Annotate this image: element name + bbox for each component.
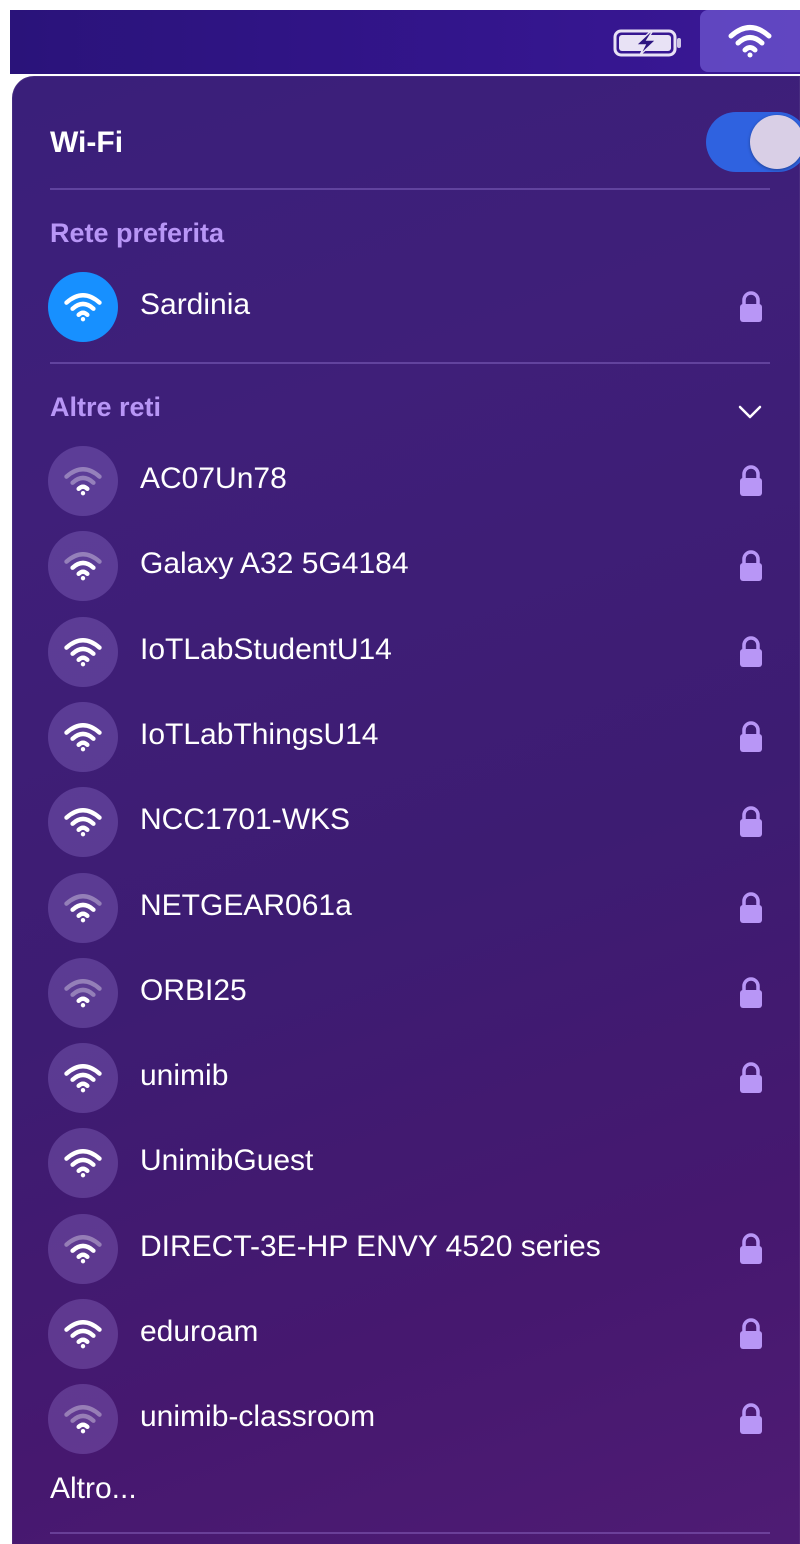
wifi-signal-icon (64, 1405, 102, 1434)
network-name: IoTLabThingsU14 (140, 717, 379, 751)
toggle-knob (750, 115, 800, 169)
lock-icon (740, 550, 762, 582)
wifi-signal-icon (64, 808, 102, 837)
wifi-signal-icon (64, 893, 102, 922)
network-signal-badge (48, 446, 118, 516)
wifi-title: Wi-Fi (50, 126, 124, 159)
wifi-header: Wi-Fi (50, 112, 800, 172)
network-signal-badge (48, 1043, 118, 1114)
other-networks-section-title: Altre reti (50, 392, 162, 422)
wifi-signal-icon (64, 552, 102, 581)
network-signal-badge (48, 1299, 118, 1369)
network-name: UnimibGuest (140, 1144, 314, 1178)
divider (50, 1532, 770, 1534)
wifi-signal-icon (64, 722, 102, 752)
lock-icon (740, 806, 762, 838)
network-row[interactable]: NCC1701-WKS (48, 781, 778, 861)
network-name: Sardinia (140, 288, 251, 321)
network-name: unimib-classroom (140, 1400, 376, 1434)
lock-icon (740, 465, 762, 496)
network-signal-badge (48, 1128, 118, 1199)
network-name: IoTLabStudentU14 (140, 632, 392, 666)
network-signal-badge (48, 701, 118, 772)
network-row[interactable]: eduroam (48, 1293, 778, 1373)
screen: Wi-Fi Rete preferita Sardinia Altre reti… (0, 0, 800, 1544)
network-row[interactable]: Galaxy A32 5G4184 (48, 525, 778, 605)
wifi-icon (64, 293, 102, 322)
preferred-network-row[interactable]: Sardinia (48, 266, 778, 346)
lock-icon (740, 891, 762, 923)
divider (50, 188, 770, 190)
wifi-signal-icon (64, 978, 102, 1008)
network-signal-badge (48, 1384, 118, 1455)
other-networks-button[interactable]: Altro... (50, 1472, 137, 1506)
network-name: AC07Un78 (140, 462, 287, 495)
network-signal-badge (48, 957, 118, 1028)
lock-icon (740, 721, 762, 752)
lock-icon (740, 1403, 762, 1435)
network-signal-badge (48, 531, 118, 602)
lock-icon (740, 635, 762, 667)
network-name: Galaxy A32 5G4184 (140, 547, 409, 581)
network-row[interactable]: unimib-classroom (48, 1378, 778, 1458)
wifi-icon (728, 25, 772, 58)
chevron-down-icon[interactable] (734, 396, 766, 428)
wifi-panel: Wi-Fi Rete preferita Sardinia Altre reti… (12, 76, 800, 1544)
wifi-signal-icon (64, 1320, 102, 1349)
network-row[interactable]: ORBI25 (48, 952, 778, 1032)
lock-icon (740, 977, 762, 1008)
lock-icon (740, 1232, 762, 1264)
network-name: NETGEAR061a (140, 888, 352, 922)
lock-icon (740, 1318, 762, 1349)
network-row[interactable]: UnimibGuest (48, 1122, 778, 1202)
network-signal-badge (48, 616, 118, 687)
wifi-signal-icon (64, 467, 102, 496)
preferred-section-title: Rete preferita (50, 218, 225, 248)
network-name: eduroam (140, 1315, 259, 1348)
menubar-wifi-button[interactable] (700, 10, 800, 72)
network-name: NCC1701-WKS (140, 803, 351, 837)
lock-icon (740, 1062, 762, 1094)
wifi-signal-icon (64, 637, 102, 666)
battery-charging-icon[interactable] (612, 28, 684, 58)
divider (50, 362, 770, 364)
network-name: ORBI25 (140, 973, 247, 1007)
network-row[interactable]: unimib (48, 1037, 778, 1117)
wifi-signal-icon (64, 1149, 102, 1178)
network-signal-badge (48, 787, 118, 858)
network-row[interactable]: IoTLabStudentU14 (48, 611, 778, 691)
network-name: DIRECT-3E-HP ENVY 4520 series (140, 1229, 601, 1263)
wifi-signal-icon (64, 1234, 102, 1264)
network-name: unimib (140, 1059, 229, 1093)
network-signal-badge (48, 1213, 118, 1284)
network-row[interactable]: AC07Un78 (48, 440, 778, 520)
network-row[interactable]: NETGEAR061a (48, 867, 778, 947)
network-signal-badge (48, 272, 118, 342)
lock-icon (740, 291, 762, 322)
wifi-signal-icon (64, 1064, 102, 1093)
wifi-toggle[interactable] (706, 112, 800, 172)
network-signal-badge (48, 872, 118, 943)
network-row[interactable]: DIRECT-3E-HP ENVY 4520 series (48, 1208, 778, 1288)
network-row[interactable]: IoTLabThingsU14 (48, 696, 778, 776)
